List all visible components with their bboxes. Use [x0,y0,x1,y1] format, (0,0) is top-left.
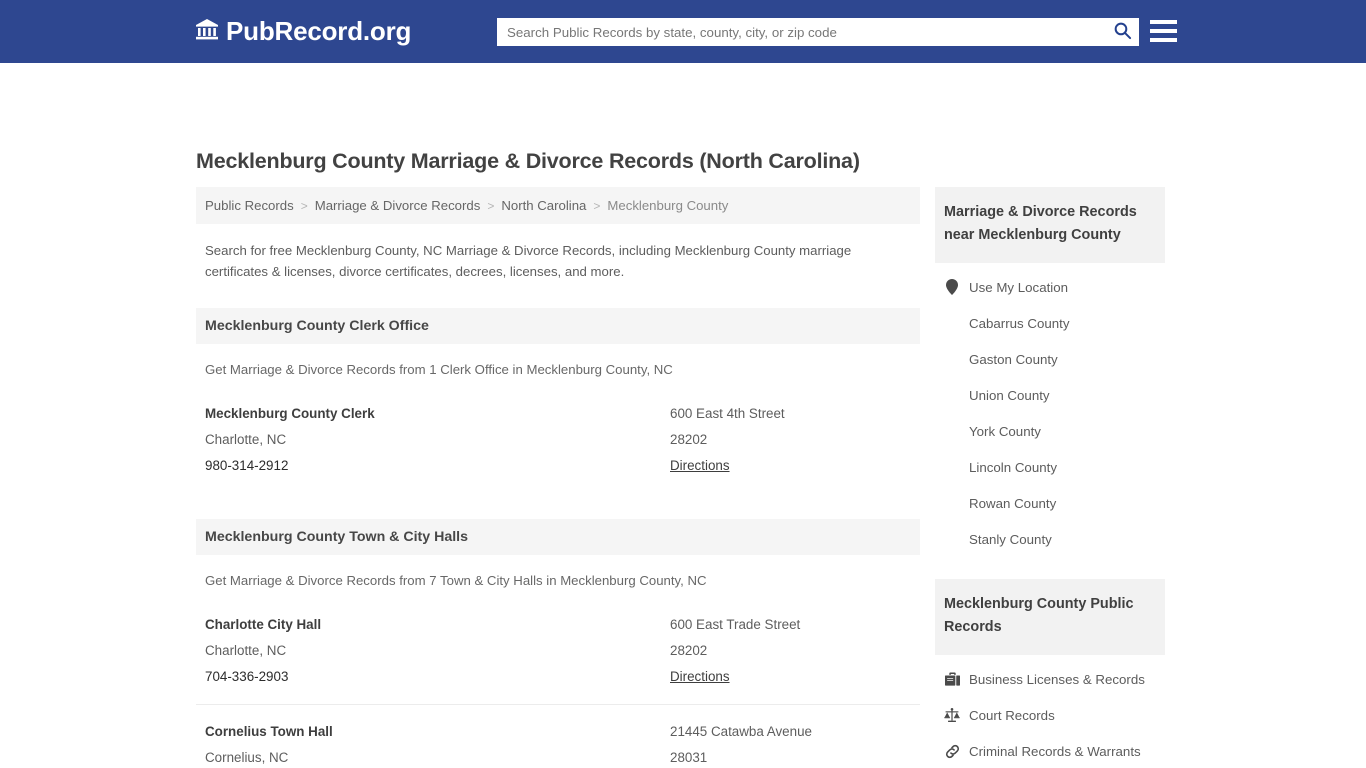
site-brand-name: PubRecord.org [226,16,412,46]
listing-city-state: Charlotte, NC [205,643,287,658]
search-icon [1113,21,1132,43]
hamburger-bar-3 [1150,38,1177,42]
sidebar-record-item-label: Court Records [969,707,1055,723]
breadcrumb-item-4: Mecklenburg County [607,198,729,213]
map-pin-icon [944,279,960,295]
directions-link[interactable]: Directions [670,458,730,473]
listing-address-column: 600 East Trade Street 28202 Directions [670,612,920,690]
listing-street-address: 21445 Catawba Avenue [670,724,812,739]
sidebar-nearby-item-label: Rowan County [969,495,1057,511]
record-sections: Mecklenburg County Clerk Office Get Marri… [196,308,920,768]
breadcrumb-separator: > [593,198,601,213]
listing-phone[interactable]: 980-314-2912 [205,453,670,479]
section-heading: Mecklenburg County Clerk Office [196,308,920,344]
sidebar-nearby-item[interactable]: Lincoln County [935,449,1165,485]
bank-icon [195,17,219,46]
sidebar-nearby-item[interactable]: Stanly County [935,521,1165,557]
sidebar-nearby-item-label: Use My Location [969,279,1069,295]
listing-list: Charlotte City Hall Charlotte, NC 704-336-… [196,598,920,768]
listing-list: Mecklenburg County Clerk Charlotte, NC 980… [196,387,920,493]
listing-name-link[interactable]: Charlotte City Hall [205,617,321,632]
search-button[interactable] [1105,18,1139,46]
directions-link[interactable]: Directions [670,669,730,684]
link-icon [944,744,960,759]
listing-directions-line: Directions [670,453,920,479]
listing-street-address: 600 East Trade Street [670,617,801,632]
sidebar-nearby-item[interactable]: Rowan County [935,485,1165,521]
listing-row: Mecklenburg County Clerk Charlotte, NC 980… [196,387,920,493]
record-section: Mecklenburg County Clerk Office Get Marri… [196,308,920,493]
sidebar-nearby-item[interactable]: Gaston County [935,341,1165,377]
listing-name-link[interactable]: Cornelius Town Hall [205,724,333,739]
listing-city-state: Charlotte, NC [205,432,287,447]
search-input[interactable] [497,18,1105,46]
sidebar-record-item[interactable]: Criminal Records & Warrants [935,733,1165,768]
listing-directions-line: Directions [670,664,920,690]
breadcrumb: Public Records > Marriage & Divorce Record… [196,187,920,224]
breadcrumb-item-2[interactable]: Marriage & Divorce Records [315,198,481,213]
sidebar-nearby-item-label: Lincoln County [969,459,1057,475]
listing-address-column: 21445 Catawba Avenue28031Directions [670,719,920,768]
listing-street-address: 600 East 4th Street [670,406,785,421]
section-heading: Mecklenburg County Town & City Halls [196,519,920,555]
site-header: PubRecord.org [0,0,1366,63]
record-section: Mecklenburg County Town & City Halls Get … [196,519,920,768]
breadcrumb-separator: > [487,198,495,213]
sidebar-public-records-heading: Mecklenburg County Public Records [935,579,1165,655]
section-subheading: Get Marriage & Divorce Records from 1 Cl… [205,362,673,377]
sidebar-public-records-list: Business Licenses & Records Court Records… [935,661,1165,768]
listing-row: Cornelius Town HallCornelius, NC704-892-… [196,704,920,768]
sidebar-nearby-list: Use My Location Cabarrus County Gaston Cou… [935,269,1165,557]
sidebar-nearby-heading: Marriage & Divorce Records near Mecklenb… [935,187,1165,263]
sidebar-nearby-item-label: Cabarrus County [969,315,1070,331]
main-content: Public Records > Marriage & Divorce Record… [196,187,920,768]
search-bar [497,18,1139,46]
listing-city-state: Cornelius, NC [205,750,289,765]
listing-address-column: 600 East 4th Street 28202 Directions [670,401,920,479]
sidebar-nearby-item-label: Gaston County [969,351,1058,367]
listing-row: Charlotte City Hall Charlotte, NC 704-336-… [196,598,920,704]
sidebar-record-item-label: Criminal Records & Warrants [969,743,1141,759]
sidebar-record-item-label: Business Licenses & Records [969,671,1145,687]
sidebar-record-item[interactable]: Business Licenses & Records [935,661,1165,697]
listing-zip: 28202 [670,432,708,447]
scales-icon [944,707,960,723]
sidebar-nearby-item-label: York County [969,423,1041,439]
site-logo-link[interactable]: PubRecord.org [195,16,411,47]
listing-name-link[interactable]: Mecklenburg County Clerk [205,406,375,421]
listing-primary-column: Cornelius Town HallCornelius, NC704-892-… [205,719,670,768]
listing-name-line: Cornelius Town Hall [205,719,670,745]
sidebar-nearby-item[interactable]: Use My Location [935,269,1165,305]
hamburger-menu-icon[interactable] [1150,17,1177,45]
listing-zip: 28031 [670,750,708,765]
sidebar-nearby-item-label: Stanly County [969,531,1052,547]
sidebar-nearby-item[interactable]: Cabarrus County [935,305,1165,341]
sidebar-nearby-item[interactable]: York County [935,413,1165,449]
listing-name-line: Mecklenburg County Clerk [205,401,670,427]
briefcase-icon [944,672,960,686]
listing-phone[interactable]: 704-336-2903 [205,664,670,690]
listing-name-line: Charlotte City Hall [205,612,670,638]
sidebar: Marriage & Divorce Records near Mecklenb… [935,187,1165,768]
sidebar-record-item[interactable]: Court Records [935,697,1165,733]
section-subheading: Get Marriage & Divorce Records from 7 To… [205,573,707,588]
breadcrumb-item-3[interactable]: North Carolina [501,198,586,213]
listing-zip: 28202 [670,643,708,658]
breadcrumb-item-1[interactable]: Public Records [205,198,294,213]
sidebar-nearby-item[interactable]: Union County [935,377,1165,413]
page-intro-text: Search for free Mecklenburg County, NC M… [205,243,852,279]
hamburger-bar-1 [1150,20,1177,24]
breadcrumb-separator: > [300,198,308,213]
page-title: Mecklenburg County Marriage & Divorce Re… [196,149,860,173]
listing-primary-column: Charlotte City Hall Charlotte, NC 704-336-… [205,612,670,690]
hamburger-bar-2 [1150,29,1177,33]
sidebar-nearby-item-label: Union County [969,387,1050,403]
listing-primary-column: Mecklenburg County Clerk Charlotte, NC 980… [205,401,670,479]
